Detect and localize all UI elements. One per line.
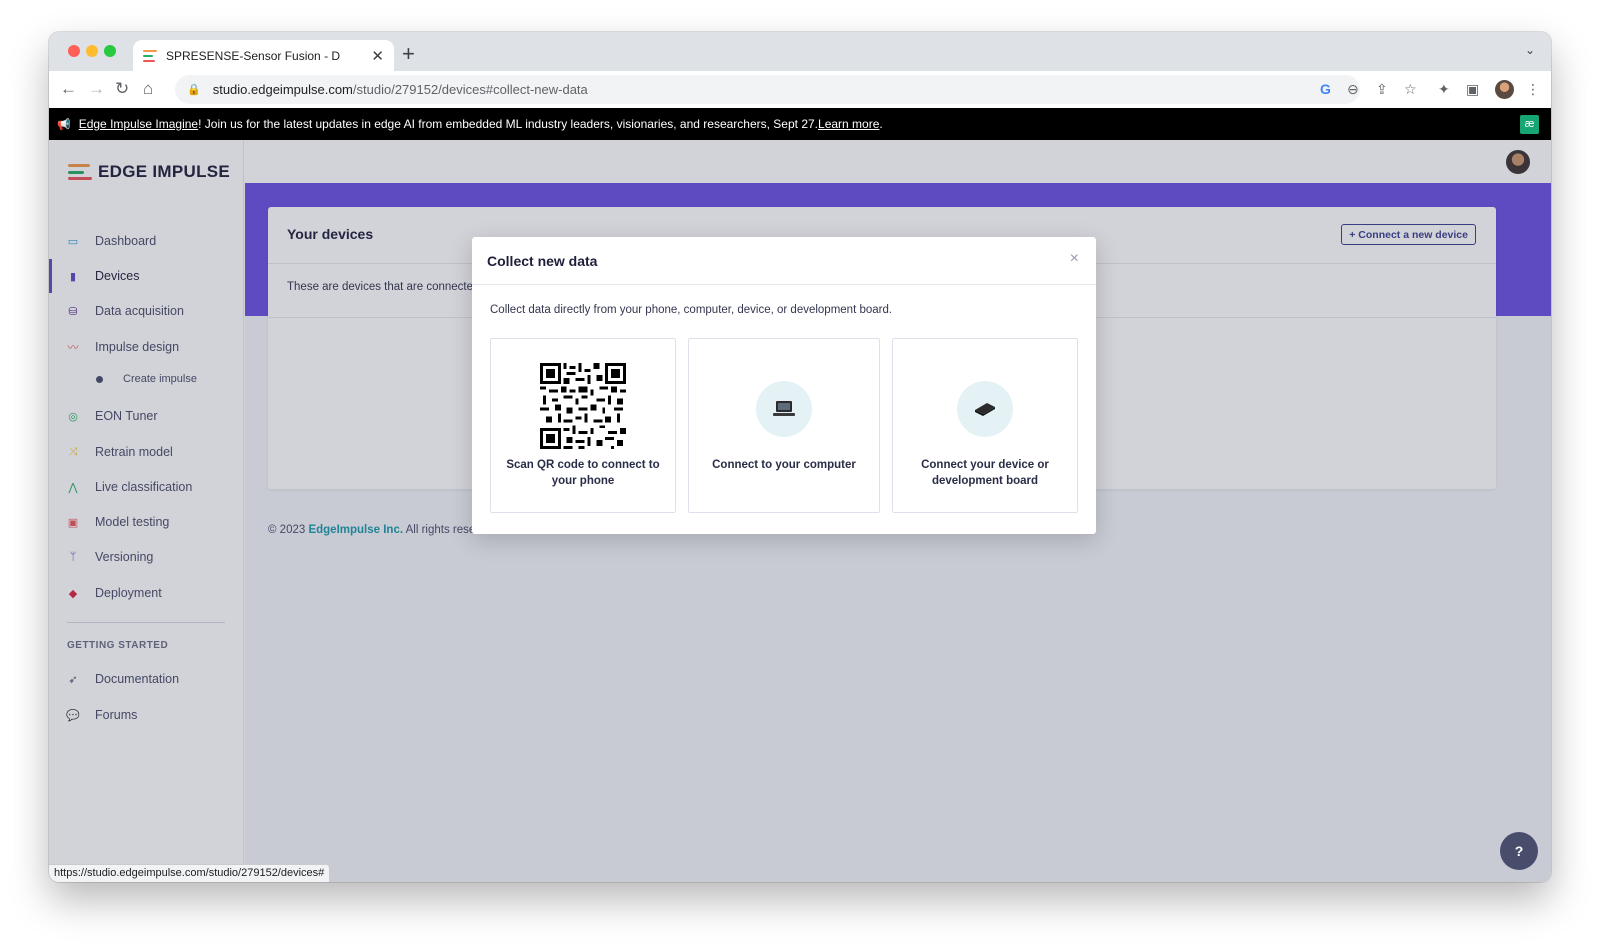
announcement-text: ! Join us for the latest updates in edge… xyxy=(198,117,819,131)
forward-arrow-icon[interactable]: → xyxy=(88,77,105,101)
tab-strip: SPRESENSE-Sensor Fusion - D ✕ + ⌄ xyxy=(49,32,1551,71)
back-arrow-icon[interactable]: ← xyxy=(60,77,77,101)
share-icon[interactable]: ⇪ xyxy=(1376,79,1388,99)
modal-backdrop[interactable]: Collect new data × Collect data directly… xyxy=(49,140,1551,882)
url-path: /studio/279152/devices#collect-new-data xyxy=(352,82,588,97)
close-icon[interactable]: × xyxy=(1070,250,1079,268)
modal-title: Collect new data xyxy=(487,253,598,269)
close-window-button[interactable] xyxy=(68,45,80,57)
connect-device-option[interactable]: Connect your device or development board xyxy=(892,338,1078,513)
scan-qr-option[interactable]: Scan QR code to connect to your phone xyxy=(490,338,676,513)
extension-badge-icon[interactable]: æ xyxy=(1520,115,1539,134)
board-icon xyxy=(957,381,1013,437)
more-menu-icon[interactable]: ⋮ xyxy=(1526,79,1540,99)
tab-close-icon[interactable]: ✕ xyxy=(371,47,384,65)
laptop-icon xyxy=(756,381,812,437)
learn-more-link[interactable]: Learn more xyxy=(818,117,879,131)
reload-icon[interactable]: ↻ xyxy=(115,77,129,101)
new-tab-button[interactable]: + xyxy=(402,41,415,67)
browser-tab[interactable]: SPRESENSE-Sensor Fusion - D ✕ xyxy=(133,40,394,71)
tab-title: SPRESENSE-Sensor Fusion - D xyxy=(166,48,341,63)
megaphone-icon: 📢 xyxy=(57,118,71,131)
extensions-puzzle-icon[interactable]: ✦ xyxy=(1438,79,1450,99)
zoom-icon[interactable]: ⊖ xyxy=(1347,79,1359,99)
modal-header: Collect new data × xyxy=(472,237,1096,285)
tab-search-chevron-icon[interactable]: ⌄ xyxy=(1525,43,1535,57)
url-host: studio.edgeimpulse.com xyxy=(212,82,353,97)
browser-toolbar: ← → ↻ ⌂ 🔒 studio.edgeimpulse.com/studio/… xyxy=(49,71,1551,108)
home-icon[interactable]: ⌂ xyxy=(143,77,153,101)
link-status-bar: https://studio.edgeimpulse.com/studio/27… xyxy=(49,864,331,882)
option-label: Scan QR code to connect to your phone xyxy=(506,459,660,487)
qr-code-icon xyxy=(540,363,626,449)
connect-computer-option[interactable]: Connect to your computer xyxy=(688,338,880,513)
edge-impulse-favicon-icon xyxy=(143,49,157,62)
option-label: Connect to your computer xyxy=(712,459,856,471)
announcement-link[interactable]: Edge Impulse Imagine xyxy=(79,117,198,131)
option-label: Connect your device or development board xyxy=(921,459,1049,487)
profile-avatar-icon[interactable] xyxy=(1495,80,1514,99)
address-bar[interactable]: 🔒 studio.edgeimpulse.com/studio/279152/d… xyxy=(175,75,1360,104)
google-icon[interactable]: G xyxy=(1320,79,1331,99)
side-panel-icon[interactable]: ▣ xyxy=(1466,79,1479,99)
lock-icon: 🔒 xyxy=(187,84,201,96)
minimize-window-button[interactable] xyxy=(86,45,98,57)
browser-window: SPRESENSE-Sensor Fusion - D ✕ + ⌄ ← → ↻ … xyxy=(49,32,1551,882)
bookmark-star-icon[interactable]: ☆ xyxy=(1404,79,1417,99)
announcement-tail: . xyxy=(879,117,883,131)
modal-description: Collect data directly from your phone, c… xyxy=(490,304,893,316)
collect-new-data-modal: Collect new data × Collect data directly… xyxy=(472,237,1096,534)
maximize-window-button[interactable] xyxy=(104,45,116,57)
announcement-bar: 📢 Edge Impulse Imagine! Join us for the … xyxy=(49,108,1551,140)
help-button[interactable]: ? xyxy=(1500,832,1538,870)
